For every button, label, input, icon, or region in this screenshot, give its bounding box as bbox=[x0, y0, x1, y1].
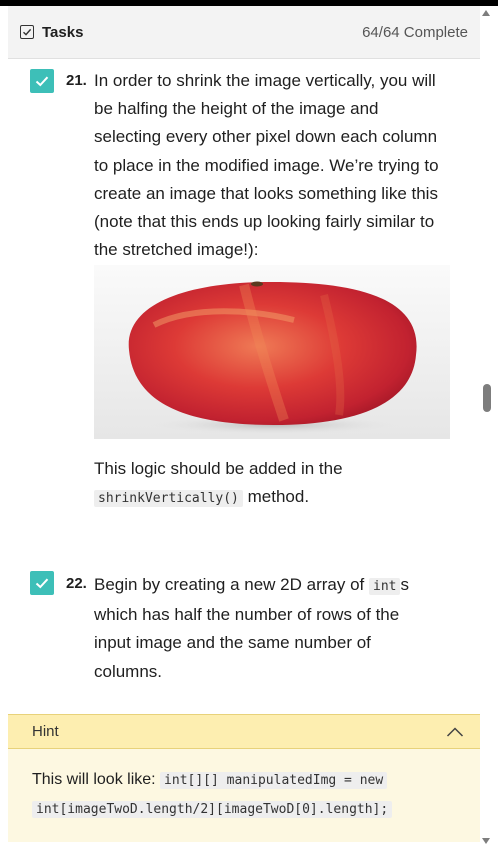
task-22-line: which has half the number of rows of the bbox=[94, 605, 400, 625]
task-22-line1: Begin by creating a new 2D array of int s bbox=[94, 571, 454, 601]
task-21-text: In order to shrink the image vertically,… bbox=[94, 67, 454, 264]
task-21-followup-line2: shrinkVertically() method. bbox=[94, 483, 454, 513]
task-22-line1-after: s bbox=[400, 575, 409, 594]
hint-toggle[interactable]: Hint bbox=[8, 714, 480, 749]
task-22-line: columns. bbox=[94, 661, 163, 681]
task-21-line: to place in the modified image. We’re tr… bbox=[94, 155, 439, 175]
task-22-line: input image and the same number of bbox=[94, 633, 371, 653]
hint-body: This will look like: int[][] manipulated… bbox=[8, 749, 480, 842]
tasks-title-group[interactable]: Tasks bbox=[20, 24, 83, 41]
scroll-up-arrow-icon[interactable] bbox=[482, 10, 490, 16]
tasks-panel: Tasks 64/64 Complete 21. In order to shr… bbox=[8, 6, 480, 842]
task-21-number: 21. bbox=[66, 72, 87, 89]
tasks-header: Tasks 64/64 Complete bbox=[8, 6, 480, 59]
hint-text: This will look like: int[][] manipulated… bbox=[32, 766, 462, 824]
task-22-line1-before: Begin by creating a new 2D array of bbox=[94, 575, 365, 594]
task-21-line: In order to shrink the image vertically,… bbox=[94, 71, 436, 90]
checkmark-icon bbox=[35, 578, 49, 589]
task-22-text: Begin by creating a new 2D array of int s… bbox=[94, 571, 454, 686]
scrollbar[interactable] bbox=[480, 6, 498, 850]
task-21-line: be halfing the height of the image and bbox=[94, 99, 379, 119]
scrollbar-thumb[interactable] bbox=[483, 384, 491, 412]
task-21-line: selecting every other pixel down each co… bbox=[94, 127, 438, 147]
hint-prefix: This will look like: bbox=[32, 771, 156, 788]
checkbox-icon bbox=[20, 25, 34, 39]
int-code: int bbox=[369, 578, 401, 595]
hint-line2: int[imageTwoD.length/2][imageTwoD[0].len… bbox=[32, 795, 462, 824]
task-22-number: 22. bbox=[66, 575, 87, 592]
hint-code-line2: int[imageTwoD.length/2][imageTwoD[0].len… bbox=[32, 801, 393, 818]
hint-line1: This will look like: int[][] manipulated… bbox=[32, 766, 462, 795]
shrink-vertically-code: shrinkVertically() bbox=[94, 490, 243, 508]
task-21-line: the stretched image!): bbox=[94, 240, 259, 260]
checkmark-icon bbox=[35, 76, 49, 87]
chevron-up-icon bbox=[446, 726, 464, 737]
task-21-followup-line1: This logic should be added in the bbox=[94, 459, 343, 478]
task-21-followup: This logic should be added in the shrink… bbox=[94, 455, 454, 513]
task-21-checkbox[interactable] bbox=[30, 69, 54, 93]
hint-label: Hint bbox=[32, 723, 59, 740]
hint-code-line1: int[][] manipulatedImg = new bbox=[160, 772, 388, 789]
tasks-title: Tasks bbox=[42, 23, 84, 41]
tasks-progress: 64/64 Complete bbox=[362, 23, 468, 41]
task-22-checkbox[interactable] bbox=[30, 571, 54, 595]
task-21-method-word: method. bbox=[247, 487, 310, 507]
task-21-line: create an image that looks something lik… bbox=[94, 183, 438, 203]
scroll-down-arrow-icon[interactable] bbox=[482, 838, 490, 844]
shrunk-apple-image bbox=[94, 265, 450, 439]
task-21-line: (note that this ends up looking fairly s… bbox=[94, 212, 435, 232]
